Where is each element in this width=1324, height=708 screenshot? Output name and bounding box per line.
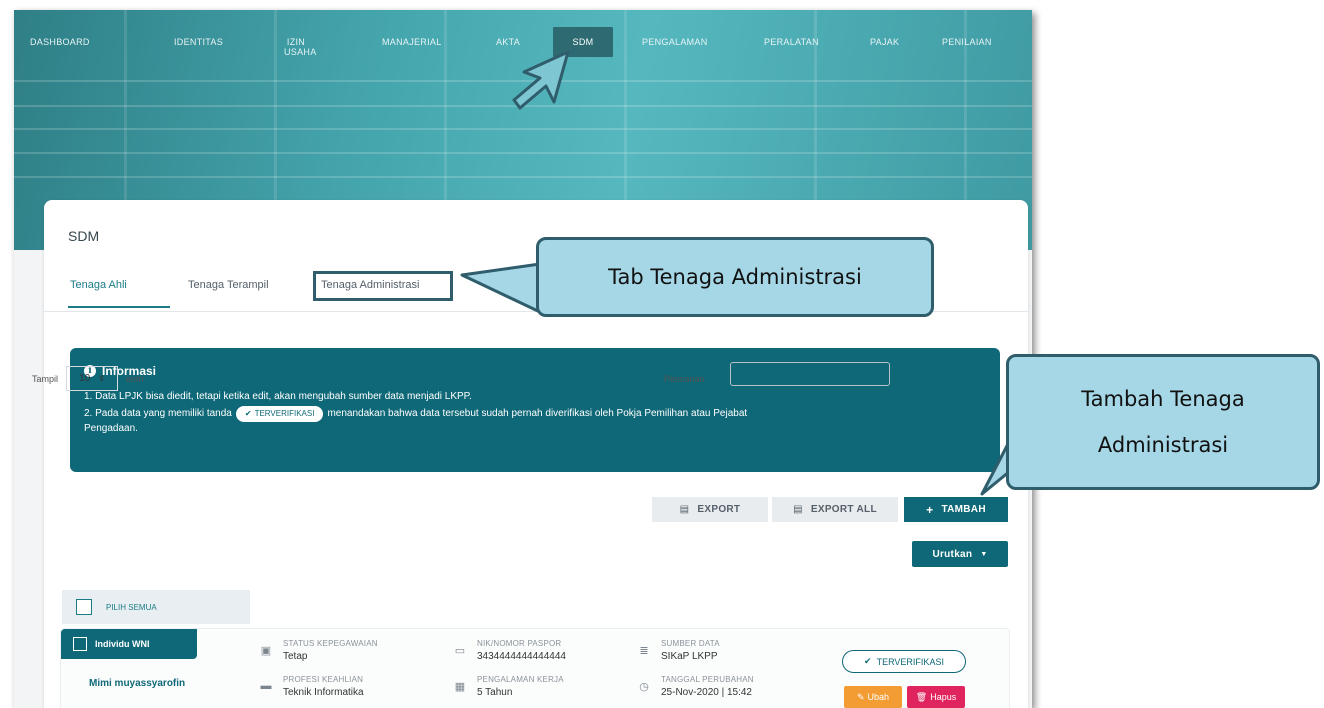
nav-izin-usaha[interactable]: IZIN USAHA — [284, 37, 316, 57]
export-button[interactable]: ▤ EXPORT — [652, 497, 768, 522]
tambah-callout-line-1: Tambah Tenaga — [1081, 387, 1245, 411]
info-line-2-pre: 2. Pada data yang memiliki tanda — [84, 408, 232, 419]
ubah-button[interactable]: ✎ Ubah — [844, 686, 902, 708]
plus-icon: + — [926, 502, 934, 517]
ubah-label: Ubah — [867, 692, 890, 702]
nav-pengalaman[interactable]: PENGALAMAN — [642, 37, 708, 47]
tab-callout-text: Tab Tenaga Administrasi — [608, 265, 862, 289]
search-input[interactable] — [730, 362, 890, 386]
page-size-select[interactable]: 10 ⇕ — [66, 366, 119, 391]
select-all-checkbox[interactable] — [76, 599, 92, 615]
caret-down-icon: ▼ — [980, 550, 988, 558]
record-type-label: Individu WNI — [95, 639, 150, 649]
record-checkbox[interactable] — [73, 637, 87, 651]
tambah-callout-line-2: Administrasi — [1097, 433, 1229, 457]
id-card-icon: ▣ — [260, 644, 272, 657]
field-profesi: ▬ PROFESI KEAHLIAN Teknik Informatika — [259, 675, 364, 698]
sort-dropdown[interactable]: Urutkan ▼ — [912, 541, 1008, 567]
tab-tenaga-ahli[interactable]: Tenaga Ahli — [70, 279, 127, 291]
sort-label: Urutkan — [932, 548, 973, 560]
tab-highlight-box — [313, 271, 453, 301]
tambah-label: TAMBAH — [941, 504, 986, 515]
nav-peralatan[interactable]: PERALATAN — [764, 37, 819, 47]
nav-akta[interactable]: AKTA — [496, 37, 520, 47]
check-icon: ✔ — [244, 409, 252, 418]
info-line-1: 1. Data LPJK bisa diedit, tetapi ketika … — [84, 391, 472, 402]
pengalaman-value: 5 Tahun — [477, 687, 513, 698]
pointer-arrow-icon — [512, 50, 570, 110]
verified-badge: ✔ TERVERIFIKASI — [842, 650, 966, 673]
table-icon: ▤ — [679, 504, 690, 515]
info-line-2: 2. Pada data yang memiliki tanda ✔ TERVE… — [84, 406, 747, 422]
profesi-label: PROFESI KEAHLIAN — [283, 675, 364, 684]
table-icon: ▤ — [793, 504, 803, 515]
export-all-label: EXPORT ALL — [810, 504, 877, 515]
nav-penilaian[interactable]: PENILAIAN — [942, 37, 992, 47]
briefcase-icon: ▬ — [260, 680, 272, 692]
profesi-value: Teknik Informatika — [283, 687, 364, 698]
clock-icon: ◷ — [639, 680, 649, 693]
show-label: Tampil — [32, 373, 59, 384]
status-label: STATUS KEPEGAWAIAN — [283, 639, 378, 648]
select-all-row[interactable]: PILIH SEMUA — [62, 590, 250, 624]
page-title: SDM — [68, 228, 100, 244]
field-nik: ▭ NIK/NOMOR PASPOR 3434444444444444 — [453, 639, 566, 662]
app-screenshot: DASHBOARD IDENTITAS IZIN USAHA MANAJERIA… — [14, 10, 1032, 708]
nav-pajak[interactable]: PAJAK — [870, 37, 899, 47]
field-sumber: ≣ SUMBER DATA SIKaP LKPP — [637, 639, 720, 662]
record-type-tag[interactable]: Individu WNI — [61, 629, 197, 659]
hapus-button[interactable]: 🗑 Hapus — [907, 686, 965, 708]
search-label: Pencarian — [664, 374, 705, 384]
verified-sample-badge: ✔ TERVERIFIKASI — [235, 406, 324, 422]
sumber-value: SIKaP LKPP — [661, 651, 718, 662]
verified-label: TERVERIFIKASI — [876, 656, 944, 667]
status-value: Tetap — [283, 651, 308, 662]
nav-manajerial[interactable]: MANAJERIAL — [382, 37, 442, 47]
field-pengalaman: ▦ PENGALAMAN KERJA 5 Tahun — [453, 675, 564, 698]
check-icon: ✔ — [864, 656, 872, 666]
pengalaman-label: PENGALAMAN KERJA — [477, 675, 564, 684]
sumber-label: SUMBER DATA — [661, 639, 720, 648]
field-tanggal: ◷ TANGGAL PERUBAHAN 25-Nov-2020 | 15:42 — [637, 675, 754, 698]
verified-sample-label: TERVERIFIKASI — [254, 409, 315, 418]
tanggal-value: 25-Nov-2020 | 15:42 — [661, 687, 752, 698]
export-all-button[interactable]: ▤ EXPORT ALL — [772, 497, 898, 522]
tambah-callout: Tambah Tenaga Administrasi — [1006, 354, 1320, 490]
database-icon: ≣ — [639, 644, 649, 657]
tambah-button[interactable]: + TAMBAH — [904, 497, 1008, 522]
stage: DASHBOARD IDENTITAS IZIN USAHA MANAJERIA… — [0, 0, 1324, 708]
edit-icon: ✎ — [856, 691, 865, 702]
page-size-control: Tampil 10 ⇕ entri — [32, 366, 144, 391]
decor-line — [14, 176, 1032, 178]
info-line-2-post: menandakan bahwa data tersebut sudah per… — [327, 408, 748, 419]
active-tab-indicator — [68, 306, 170, 308]
passport-icon: ▭ — [454, 644, 466, 657]
entries-label: entri — [126, 373, 144, 384]
field-status: ▣ STATUS KEPEGAWAIAN Tetap — [259, 639, 378, 662]
sort-arrows-icon: ⇕ — [98, 374, 105, 383]
trash-icon: 🗑 — [915, 691, 928, 702]
nik-label: NIK/NOMOR PASPOR — [477, 639, 562, 648]
export-label: EXPORT — [697, 504, 741, 515]
building-icon: ▦ — [454, 680, 466, 693]
tab-tenaga-terampil[interactable]: Tenaga Terampil — [188, 279, 269, 291]
decor-line — [14, 152, 1032, 154]
nav-identitas[interactable]: IDENTITAS — [174, 37, 223, 47]
select-all-label: PILIH SEMUA — [106, 602, 157, 612]
nik-value: 3434444444444444 — [477, 651, 566, 662]
person-name[interactable]: Mimi muyassyarofin — [89, 678, 185, 689]
tanggal-label: TANGGAL PERUBAHAN — [661, 675, 754, 684]
tab-callout: Tab Tenaga Administrasi — [536, 237, 934, 317]
info-line-3: Pengadaan. — [84, 423, 138, 434]
person-record-card: Individu WNI Mimi muyassyarofin ▣ STATUS… — [60, 628, 1010, 708]
nav-dashboard[interactable]: DASHBOARD — [30, 37, 90, 47]
page-size-value: 10 — [79, 373, 91, 384]
decor-line — [14, 128, 1032, 130]
hapus-label: Hapus — [930, 692, 957, 702]
